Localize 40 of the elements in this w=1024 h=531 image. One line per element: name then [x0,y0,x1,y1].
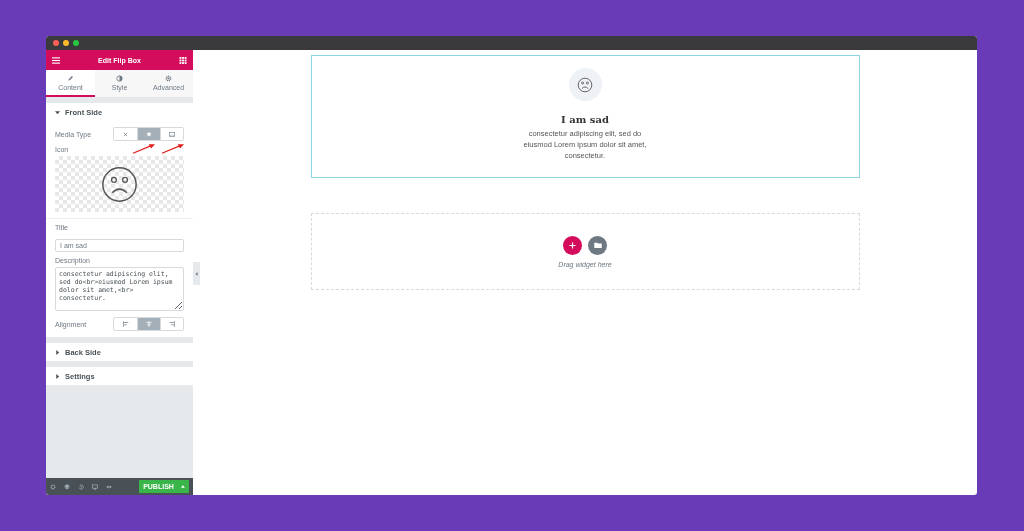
desktop-icon[interactable] [92,483,98,490]
media-type-option[interactable] [137,128,160,140]
caret-icon [55,373,60,379]
media-type-option[interactable] [160,128,183,140]
pencil-icon [67,74,74,82]
icon-preview[interactable] [55,156,184,212]
gear-icon [165,74,172,82]
caret-icon [195,271,198,276]
arrow-icon [161,143,185,154]
caret-icon [55,109,60,115]
template-library-button[interactable] [588,235,607,255]
caret-icon [181,485,185,488]
close-icon [123,131,128,137]
collapse-handle[interactable] [193,262,200,285]
settings-icon[interactable] [50,483,56,490]
alignment-option[interactable] [137,318,160,330]
menu-icon[interactable] [52,56,60,64]
sad-face-icon [101,165,138,203]
history-icon[interactable] [78,483,84,490]
caret-icon [55,349,60,355]
minimize-button[interactable] [63,40,69,46]
publish-options-button[interactable] [177,480,189,493]
flip-box-title: I am sad [561,114,609,125]
folder-icon [593,242,602,248]
grid-icon[interactable] [179,56,187,64]
align-icon [169,321,175,327]
contrast-icon [116,74,123,82]
align-icon [122,321,129,327]
align-icon [146,321,152,327]
alignment-option[interactable] [160,318,183,330]
layers-icon[interactable] [64,483,70,490]
close-button[interactable] [53,40,59,46]
add-button[interactable] [563,235,582,255]
plus-icon [569,241,576,249]
image-icon [169,131,175,137]
star-icon [146,131,152,137]
sad-face-icon [568,68,602,101]
eye-icon[interactable] [106,483,112,490]
arrow-icon [132,143,156,154]
maximize-button[interactable] [73,40,79,46]
